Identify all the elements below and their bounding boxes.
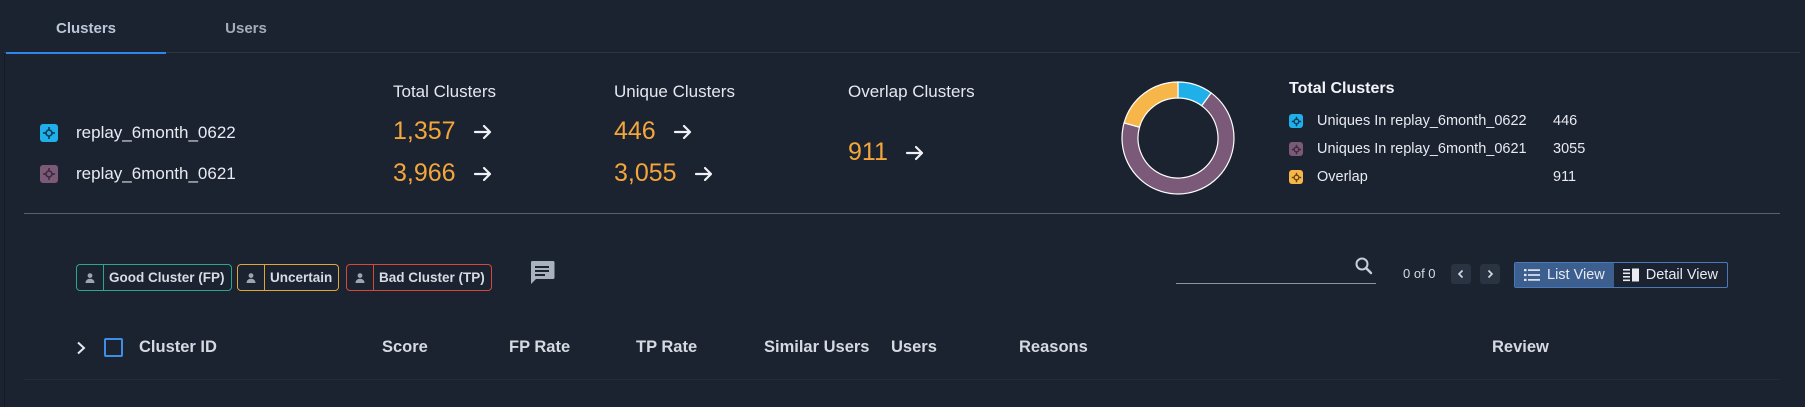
overlap-clusters-title: Overlap Clusters bbox=[848, 82, 975, 101]
overlap-clusters-value: 911 bbox=[848, 138, 926, 167]
user-icon bbox=[347, 265, 374, 290]
uncertain-chip[interactable]: Uncertain bbox=[237, 264, 340, 291]
pager-next-button[interactable] bbox=[1480, 264, 1500, 284]
legend-value: 446 bbox=[1553, 113, 1578, 129]
comment-icon[interactable] bbox=[528, 258, 556, 286]
list-view-label: List View bbox=[1547, 267, 1605, 283]
pager-count: 0 of 0 bbox=[1403, 266, 1436, 281]
column-users[interactable]: Users bbox=[891, 338, 937, 357]
legend-label: Uniques In replay_6month_0622 bbox=[1317, 113, 1527, 129]
column-fp-rate[interactable]: FP Rate bbox=[509, 338, 570, 357]
tab-clusters[interactable]: Clusters bbox=[6, 5, 166, 54]
legend-row-unique-0621: Uniques In replay_6month_0621 3055 bbox=[1289, 139, 1585, 159]
unique-clusters-title: Unique Clusters bbox=[614, 82, 735, 101]
column-tp-rate[interactable]: TP Rate bbox=[636, 338, 697, 357]
arrow-right-icon[interactable] bbox=[472, 121, 494, 143]
unique-clusters-value-0621: 3,055 bbox=[614, 159, 715, 188]
dataset-row-0621: replay_6month_0621 bbox=[40, 161, 236, 187]
table-header: Cluster ID Score FP Rate TP Rate Similar… bbox=[24, 324, 1780, 380]
column-cluster-id[interactable]: Cluster ID bbox=[139, 338, 217, 357]
arrow-right-icon[interactable] bbox=[904, 142, 926, 164]
column-score[interactable]: Score bbox=[382, 338, 428, 357]
total-clusters-title: Total Clusters bbox=[393, 82, 496, 101]
metric-number: 446 bbox=[614, 117, 656, 145]
metric-number: 3,966 bbox=[393, 159, 456, 187]
chevron-left-icon bbox=[1457, 269, 1464, 279]
detail-view-label: Detail View bbox=[1645, 267, 1719, 283]
search-input[interactable] bbox=[1176, 254, 1346, 282]
legend-title: Total Clusters bbox=[1289, 80, 1395, 97]
total-clusters-value-0621: 3,966 bbox=[393, 159, 494, 188]
detail-view-button[interactable]: Detail View bbox=[1614, 263, 1727, 287]
cluster-icon bbox=[1289, 142, 1303, 156]
legend-label: Uniques In replay_6month_0621 bbox=[1317, 141, 1527, 157]
arrow-right-icon[interactable] bbox=[472, 163, 494, 185]
column-review[interactable]: Review bbox=[1492, 338, 1549, 357]
cluster-icon bbox=[1289, 114, 1303, 128]
cluster-icon bbox=[1289, 170, 1303, 184]
dataset-row-0622: replay_6month_0622 bbox=[40, 120, 236, 146]
legend-label: Overlap bbox=[1317, 169, 1368, 185]
donut-slice-2[interactable] bbox=[1123, 81, 1179, 128]
chevron-right-icon[interactable] bbox=[72, 339, 90, 357]
detail-icon bbox=[1622, 268, 1639, 282]
unique-clusters-value-0622: 446 bbox=[614, 117, 694, 146]
section-divider bbox=[24, 213, 1780, 214]
cluster-icon bbox=[40, 165, 58, 183]
list-icon bbox=[1524, 269, 1540, 281]
tab-bar: Clusters Users bbox=[4, 5, 1800, 54]
legend-value: 3055 bbox=[1553, 141, 1586, 157]
user-icon bbox=[238, 265, 265, 290]
chip-label: Good Cluster (FP) bbox=[109, 270, 225, 285]
search-icon[interactable] bbox=[1354, 256, 1374, 276]
column-similar-users[interactable]: Similar Users bbox=[764, 338, 869, 357]
cluster-icon bbox=[40, 124, 58, 142]
chip-label: Bad Cluster (TP) bbox=[379, 270, 485, 285]
legend-value: 911 bbox=[1553, 169, 1577, 185]
chevron-right-icon bbox=[1487, 269, 1494, 279]
pager-prev-button[interactable] bbox=[1451, 264, 1471, 284]
column-reasons[interactable]: Reasons bbox=[1019, 338, 1088, 357]
total-clusters-value-0622: 1,357 bbox=[393, 117, 494, 146]
list-view-button[interactable]: List View bbox=[1515, 263, 1614, 287]
clusters-donut-chart bbox=[1121, 81, 1235, 195]
metric-number: 911 bbox=[848, 138, 888, 166]
metric-number: 1,357 bbox=[393, 117, 456, 145]
chip-label: Uncertain bbox=[270, 270, 333, 285]
legend-row-overlap: Overlap 911 bbox=[1289, 167, 1576, 187]
arrow-right-icon[interactable] bbox=[672, 121, 694, 143]
search-field bbox=[1176, 254, 1376, 284]
good-cluster-chip[interactable]: Good Cluster (FP) bbox=[76, 264, 232, 291]
view-toggle: List View Detail View bbox=[1514, 262, 1729, 288]
dataset-name: replay_6month_0622 bbox=[76, 123, 236, 142]
bad-cluster-chip[interactable]: Bad Cluster (TP) bbox=[346, 264, 492, 291]
metric-number: 3,055 bbox=[614, 159, 677, 187]
tab-users[interactable]: Users bbox=[166, 5, 326, 53]
select-all-checkbox[interactable] bbox=[104, 338, 123, 357]
dataset-name: replay_6month_0621 bbox=[76, 164, 236, 183]
arrow-right-icon[interactable] bbox=[693, 163, 715, 185]
legend-row-unique-0622: Uniques In replay_6month_0622 446 bbox=[1289, 111, 1577, 131]
user-icon bbox=[77, 265, 104, 290]
